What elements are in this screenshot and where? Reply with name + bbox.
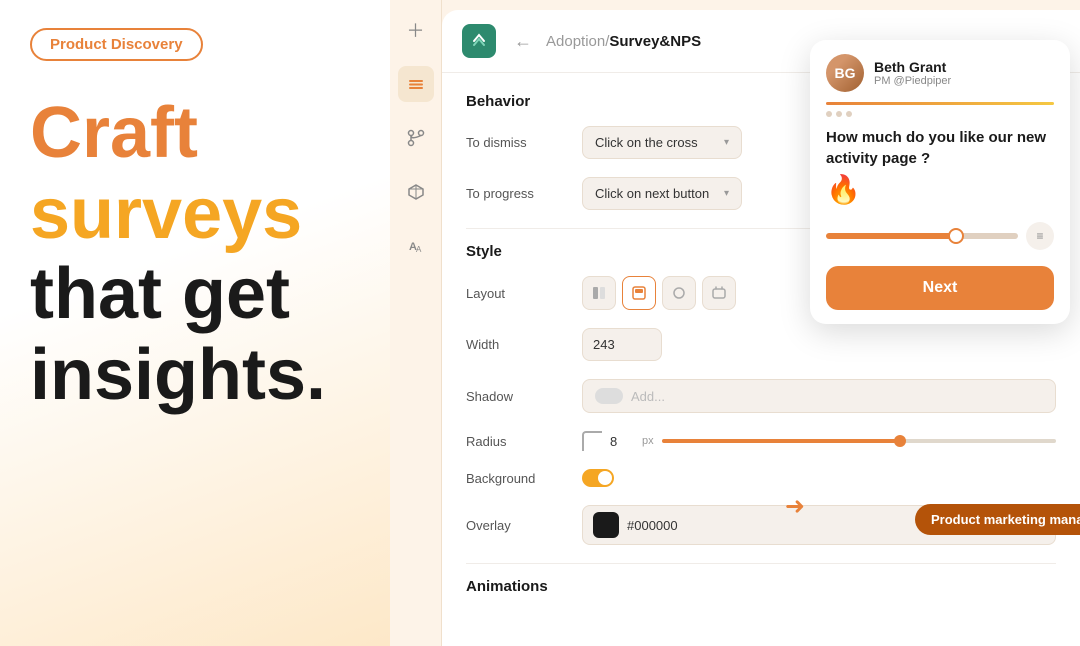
right-panel: ＋ A — [390, 0, 1080, 646]
user-role: PM @Piedpiper — [874, 75, 951, 87]
radius-slider-thumb — [894, 435, 906, 447]
hero-text: Craft surveys that get insights. — [30, 93, 360, 416]
slider-arrow-icon: ➜ — [785, 492, 805, 521]
dot-3 — [846, 111, 852, 117]
dismiss-dropdown[interactable]: Click on the cross ▾ — [582, 126, 742, 159]
survey-card-header: BG Beth Grant PM @Piedpiper — [810, 40, 1070, 102]
product-discovery-badge: Product Discovery — [30, 28, 203, 61]
width-input[interactable]: 243 — [582, 328, 662, 361]
radius-control: 8 px — [582, 431, 1056, 451]
dismiss-value: Click on the cross — [595, 135, 698, 150]
progress-value: Click on next button — [595, 186, 709, 201]
dismiss-label: To dismiss — [466, 135, 566, 150]
survey-slider-area: ≡ — [810, 214, 1070, 258]
app-logo — [462, 24, 496, 58]
hero-line-that-get: that get — [30, 254, 360, 335]
radius-row: Radius 8 px — [466, 431, 1056, 451]
shadow-row: Shadow Add... — [466, 379, 1056, 413]
radius-icon — [582, 431, 602, 451]
git-icon[interactable] — [398, 120, 434, 156]
layout-btn-1[interactable] — [582, 276, 616, 310]
width-row: Width 243 — [466, 328, 1056, 361]
survey-question: How much do you like our new activity pa… — [810, 117, 1070, 173]
layout-btn-4[interactable] — [702, 276, 736, 310]
background-control — [582, 469, 1056, 487]
avatar: BG — [826, 54, 864, 92]
background-row: Background — [466, 469, 1056, 487]
width-label: Width — [466, 337, 566, 352]
chevron-down-icon-2: ▾ — [724, 188, 729, 199]
breadcrumb-current: Survey&NPS — [609, 33, 701, 50]
chevron-down-icon: ▾ — [724, 137, 729, 148]
background-toggle[interactable] — [582, 469, 614, 487]
hero-line-surveys: surveys — [30, 174, 360, 255]
hero-line-insights: insights. — [30, 335, 360, 416]
layout-btn-3[interactable] — [662, 276, 696, 310]
shadow-placeholder: Add... — [631, 389, 665, 404]
shadow-input[interactable]: Add... — [582, 379, 1056, 413]
radius-slider[interactable] — [662, 439, 1056, 443]
background-label: Background — [466, 471, 566, 486]
animations-section-title: Animations — [466, 578, 1056, 595]
survey-slider-thumb — [948, 228, 964, 244]
survey-slider-track[interactable] — [826, 233, 1018, 239]
radius-unit: px — [642, 435, 654, 447]
svg-text:A: A — [416, 245, 422, 254]
radius-label: Radius — [466, 434, 566, 449]
user-info: Beth Grant PM @Piedpiper — [874, 59, 951, 87]
layers-icon[interactable] — [398, 66, 434, 102]
survey-emoji: 🔥 — [810, 173, 877, 214]
cube-icon[interactable] — [398, 174, 434, 210]
sidebar-icons: ＋ A — [390, 0, 442, 646]
shadow-toggle[interactable] — [595, 388, 623, 404]
dot-2 — [836, 111, 842, 117]
dot-1 — [826, 111, 832, 117]
left-panel: Product Discovery Craft surveys that get… — [0, 0, 390, 646]
tooltip-product-marketing: Product marketing manager — [915, 504, 1080, 535]
breadcrumb-parent: Adoption/ — [546, 33, 609, 50]
progress-label: To progress — [466, 186, 566, 201]
progress-dropdown[interactable]: Click on next button ▾ — [582, 177, 742, 210]
survey-card: BG Beth Grant PM @Piedpiper How much do … — [810, 40, 1070, 324]
radius-value: 8 — [610, 434, 634, 449]
shadow-label: Shadow — [466, 389, 566, 404]
back-button[interactable]: ← — [514, 31, 532, 52]
hero-line-craft: Craft — [30, 93, 360, 174]
shadow-control: Add... — [582, 379, 1056, 413]
user-name: Beth Grant — [874, 59, 951, 75]
animations-divider — [466, 563, 1056, 564]
survey-divider — [826, 102, 1054, 105]
layout-label: Layout — [466, 286, 566, 301]
translate-icon[interactable]: A A — [398, 228, 434, 264]
breadcrumb: Adoption/Survey&NPS — [546, 33, 701, 50]
plus-icon[interactable]: ＋ — [398, 12, 434, 48]
overlay-label: Overlay — [466, 518, 566, 533]
layout-btn-2[interactable] — [622, 276, 656, 310]
survey-slider-icon: ≡ — [1026, 222, 1054, 250]
overlay-color-swatch[interactable] — [593, 512, 619, 538]
next-button[interactable]: Next — [826, 266, 1054, 310]
